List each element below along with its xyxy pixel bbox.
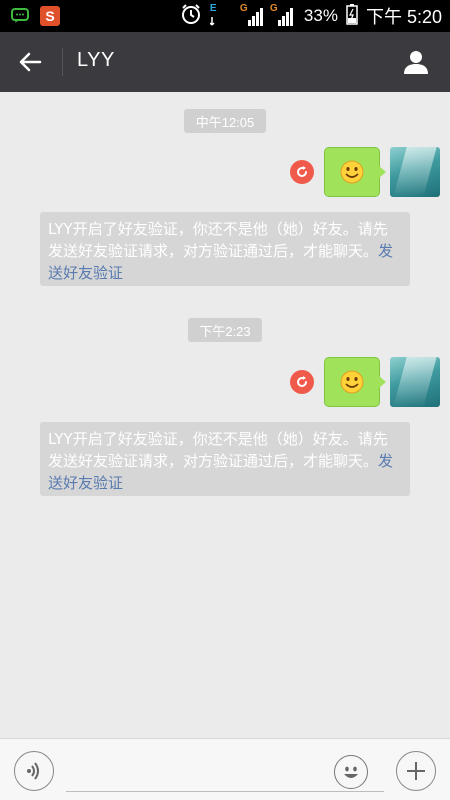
contact-profile-button[interactable] [400, 46, 432, 78]
my-avatar[interactable] [390, 147, 440, 197]
sent-emoji-bubble[interactable] [324, 147, 386, 197]
network-g-signal-2: G [270, 3, 296, 27]
sogou-app-icon: S [40, 6, 60, 26]
battery-charging-icon [346, 3, 358, 29]
alarm-icon [180, 3, 202, 29]
plus-icon [407, 762, 425, 780]
smiley-emoji-icon [340, 370, 364, 394]
network-g-signal-1: G [240, 3, 263, 27]
chat-notification-icon [10, 7, 30, 25]
voice-icon [27, 762, 39, 780]
smiley-icon [344, 766, 358, 778]
person-icon [404, 51, 428, 74]
system-message: LYY开启了好友验证，你还不是他（她）好友。请先发送好友验证请求，对方验证通过后… [40, 212, 410, 286]
smiley-emoji-icon [340, 160, 364, 184]
chat-title: LYY [77, 49, 115, 71]
message-input[interactable] [66, 791, 384, 792]
back-button[interactable] [10, 46, 50, 78]
clock: 下午 5:20 [365, 7, 442, 27]
system-message: LYY开启了好友验证，你还不是他（她）好友。请先发送好友验证请求，对方验证通过后… [40, 422, 410, 496]
refresh-icon [297, 166, 307, 177]
my-avatar[interactable] [390, 357, 440, 407]
status-bar: S E G G 33% 下午 5:20 [0, 0, 450, 32]
system-message-text: LYY开启了好友验证，你还不是他（她）好友。请先发送好友验证请求，对方验证通过后… [48, 220, 388, 260]
title-divider [62, 48, 63, 76]
refresh-icon [297, 376, 307, 387]
battery-percent: 33% [303, 6, 338, 25]
title-bar: LYY [0, 32, 450, 92]
back-arrow-icon [19, 52, 42, 72]
emoji-button[interactable] [334, 755, 368, 789]
timestamp-2: 下午2:23 [188, 318, 262, 342]
sent-emoji-bubble[interactable] [324, 357, 386, 407]
voice-input-button[interactable] [14, 751, 54, 791]
more-options-button[interactable] [396, 751, 436, 791]
network-e-indicator: E [209, 3, 232, 27]
chat-area[interactable]: 中午12:05 LYY开启了好友验证，你还不是他（她）好友。请先发送好友验证请求… [0, 92, 450, 738]
system-message-text: LYY开启了好友验证，你还不是他（她）好友。请先发送好友验证请求，对方验证通过后… [48, 430, 388, 470]
resend-button[interactable] [290, 370, 314, 394]
timestamp-1: 中午12:05 [184, 109, 266, 133]
resend-button[interactable] [290, 160, 314, 184]
input-bar [0, 738, 450, 800]
